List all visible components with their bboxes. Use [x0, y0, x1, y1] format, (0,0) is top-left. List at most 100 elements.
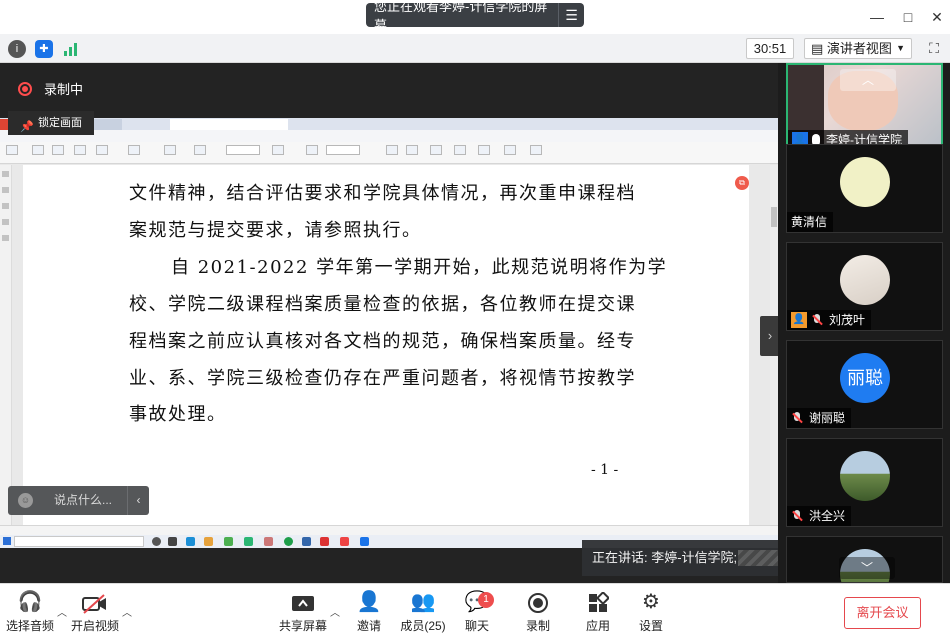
- taskbar-app-icon[interactable]: [360, 537, 369, 546]
- minimize-button[interactable]: —: [862, 6, 892, 28]
- share-banner[interactable]: 您正在观看李婷-计信学院的屏幕 ☰: [366, 0, 584, 33]
- taskbar-app-icon[interactable]: [168, 537, 177, 546]
- taskbar-app-icon[interactable]: [264, 537, 273, 546]
- chevron-down-icon[interactable]: ﹀: [839, 557, 895, 579]
- taskbar-app-icon[interactable]: [204, 537, 213, 546]
- doc-line: 文件精神，结合评估要求和学院具体情况，再次重申课程档: [129, 183, 636, 204]
- participant-tile[interactable]: 👤 刘茂叶: [786, 242, 943, 331]
- browser-tabs: [0, 118, 778, 130]
- tool-icon[interactable]: [164, 145, 176, 155]
- close-button[interactable]: ✕: [922, 6, 950, 28]
- participant-tile[interactable]: 洪全兴: [786, 438, 943, 527]
- scroll-thumb[interactable]: [771, 207, 777, 227]
- mic-muted-icon: [791, 412, 803, 424]
- video-button[interactable]: 开启视频: [70, 584, 120, 639]
- view-mode-dropdown[interactable]: ▤ 演讲者视图 ▼: [804, 38, 912, 59]
- chevron-up-icon[interactable]: ︿: [840, 69, 896, 91]
- taskbar-app-icon[interactable]: [186, 537, 195, 546]
- chevron-down-icon: ▼: [896, 43, 905, 53]
- taskbar-app-icon[interactable]: [302, 537, 311, 546]
- taskbar-app-icon[interactable]: [340, 537, 349, 546]
- tool-icon[interactable]: [386, 145, 398, 155]
- pdf-status-bar: [0, 525, 778, 535]
- apps-label: 应用: [585, 619, 610, 633]
- taskbar-app-icon[interactable]: [224, 537, 233, 546]
- apps-button[interactable]: 应用: [582, 584, 614, 639]
- tab-active[interactable]: [170, 119, 288, 130]
- chat-input[interactable]: ☺ 说点什么... ‹: [8, 486, 149, 515]
- taskbar-app-icon[interactable]: [320, 537, 329, 546]
- leave-meeting-button[interactable]: 离开会议: [844, 597, 921, 629]
- chevron-up-icon[interactable]: ︿: [57, 604, 67, 619]
- tool-icon[interactable]: [454, 145, 466, 155]
- doc-line: 校、学院二级课程档案质量检查的依据，各位教师在提交课: [129, 294, 636, 315]
- collapse-panel-button[interactable]: ›: [760, 316, 780, 356]
- doc-line: 自 2021-2022 学年第一学期开始，此规范说明将作为学: [171, 257, 668, 278]
- record-button[interactable]: 录制: [522, 584, 554, 639]
- settings-button[interactable]: ⚙ 设置: [636, 584, 666, 639]
- gear-icon: ⚙: [642, 591, 660, 613]
- signal-icon[interactable]: [62, 40, 80, 58]
- recording-label: 录制中: [44, 82, 84, 97]
- chevron-left-icon[interactable]: ‹: [127, 486, 149, 515]
- tool-icon[interactable]: [430, 145, 442, 155]
- info-icon[interactable]: i: [8, 40, 26, 58]
- emoji-icon[interactable]: ☺: [18, 493, 33, 508]
- tool-icon[interactable]: [74, 145, 86, 155]
- cohost-icon: 👤: [791, 312, 807, 328]
- participant-tile[interactable]: ﹀: [786, 536, 943, 583]
- share-screen-button[interactable]: 共享屏幕: [278, 584, 328, 639]
- mic-muted-icon: [811, 314, 823, 326]
- windows-start-icon[interactable]: [3, 537, 11, 545]
- meeting-timer: 30:51: [746, 38, 794, 59]
- doc-line: 案规范与提交要求，请参照执行。: [129, 220, 422, 241]
- blurred-region: [738, 550, 782, 566]
- tool-icon[interactable]: [504, 145, 516, 155]
- speaking-label: 正在讲话: 李婷-计信学院;: [592, 550, 738, 565]
- lock-screen-label: 锁定画面: [38, 117, 82, 129]
- title-bar: 您正在观看李婷-计信学院的屏幕 ☰ — □ ✕: [0, 0, 950, 34]
- tool-icon[interactable]: [6, 145, 18, 155]
- view-mode-label: 演讲者视图: [826, 41, 892, 56]
- taskbar-search[interactable]: [14, 536, 144, 547]
- taskbar-app-icon[interactable]: [284, 537, 293, 546]
- members-button[interactable]: 👥 成员(25): [400, 584, 446, 639]
- tool-icon[interactable]: [478, 145, 490, 155]
- participant-tile[interactable]: ︿ 👤 李婷-计信学院: [786, 63, 943, 152]
- tool-icon[interactable]: [530, 145, 542, 155]
- maximize-button[interactable]: □: [893, 6, 923, 28]
- tool-icon[interactable]: [32, 145, 44, 155]
- taskbar-app-icon[interactable]: [244, 537, 253, 546]
- float-tool-icon[interactable]: ⧉: [735, 176, 749, 190]
- participant-tile[interactable]: 黄清信: [786, 144, 943, 233]
- apps-icon: [582, 584, 614, 614]
- taskbar-app-icon[interactable]: [152, 537, 161, 546]
- tool-icon[interactable]: [306, 145, 318, 155]
- members-icon: 👥: [410, 591, 436, 613]
- shield-icon[interactable]: ✚: [35, 40, 53, 58]
- tool-icon[interactable]: [52, 145, 64, 155]
- invite-button[interactable]: 👤 邀请: [350, 584, 388, 639]
- chevron-up-icon[interactable]: ︿: [330, 604, 340, 619]
- tool-icon[interactable]: [194, 145, 206, 155]
- chevron-up-icon[interactable]: ︿: [122, 604, 132, 619]
- audio-button[interactable]: 🎧 选择音频: [6, 584, 54, 639]
- tool-icon[interactable]: [272, 145, 284, 155]
- audio-label: 选择音频: [6, 619, 55, 633]
- chat-placeholder: 说点什么...: [54, 493, 113, 507]
- share-screen-icon: [278, 584, 328, 614]
- tool-icon[interactable]: [406, 145, 418, 155]
- grid-icon: ▤: [811, 41, 827, 56]
- lock-screen-button[interactable]: 📌 锁定画面: [8, 111, 94, 135]
- record-icon: [522, 584, 554, 614]
- participant-name: 刘茂叶: [829, 313, 866, 327]
- zoom-field[interactable]: [226, 145, 260, 155]
- participant-tile[interactable]: 丽聪 谢丽聪: [786, 340, 943, 429]
- participant-nameplate: 👤 刘茂叶: [787, 310, 872, 330]
- menu-icon[interactable]: ☰: [558, 3, 584, 27]
- page-field[interactable]: [326, 145, 360, 155]
- fullscreen-icon[interactable]: ⛶: [926, 40, 942, 56]
- mic-muted-icon: [791, 510, 803, 522]
- tool-icon[interactable]: [96, 145, 108, 155]
- tool-icon[interactable]: [128, 145, 140, 155]
